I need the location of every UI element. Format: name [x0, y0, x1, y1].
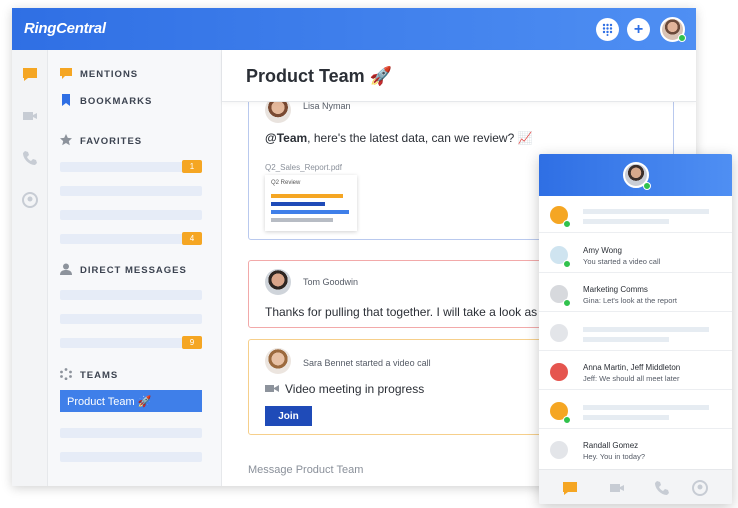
- favorite-item[interactable]: [60, 210, 202, 220]
- conversation-header: Product Team 🚀: [222, 50, 696, 102]
- placeholder-line: [583, 405, 709, 410]
- conversation-preview: Hey. You in today?: [583, 452, 645, 461]
- mobile-tab-bar: [539, 469, 732, 504]
- person-icon: [60, 263, 72, 275]
- section-favorites[interactable]: FAVORITES: [80, 136, 142, 147]
- direct-message-item[interactable]: [60, 314, 202, 324]
- sender-name: Tom Goodwin: [303, 277, 359, 287]
- placeholder-line: [583, 337, 669, 342]
- sidebar: MENTIONS BOOKMARKS FAVORITES 1 4 DIRECT …: [48, 50, 222, 486]
- favorite-item[interactable]: [60, 162, 202, 172]
- sender-name: Sara Bennet started a video call: [303, 358, 431, 368]
- mentions-icon: [60, 68, 72, 79]
- contacts-icon[interactable]: [692, 480, 708, 496]
- preview-bar: [271, 218, 333, 222]
- phone-icon[interactable]: [22, 150, 38, 166]
- mention-tag[interactable]: @Team: [265, 131, 307, 145]
- join-button[interactable]: Join: [265, 406, 312, 426]
- video-icon[interactable]: [22, 108, 38, 124]
- conversation-name: Anna Martin, Jeff Middleton: [583, 363, 681, 372]
- placeholder-line: [583, 327, 709, 332]
- preview-bar: [271, 210, 349, 214]
- mobile-list-item[interactable]: [539, 314, 732, 351]
- conversation-avatar: [550, 441, 568, 459]
- teams-icon: [60, 368, 72, 380]
- favorite-item[interactable]: [60, 234, 202, 244]
- call-status-text: Video meeting in progress: [285, 382, 425, 396]
- mobile-list-item[interactable]: Anna Martin, Jeff Middleton Jeff: We sho…: [539, 353, 732, 390]
- avatar[interactable]: [265, 269, 291, 295]
- unread-count-badge: 4: [182, 232, 202, 245]
- sidebar-item-product-team[interactable]: Product Team 🚀: [60, 390, 202, 412]
- mobile-list-item[interactable]: [539, 392, 732, 429]
- favorite-item[interactable]: [60, 186, 202, 196]
- preview-bar: [271, 194, 343, 198]
- unread-count-badge: 9: [182, 336, 202, 349]
- conversation-preview: You started a video call: [583, 257, 661, 266]
- mobile-presence-indicator: [643, 182, 651, 190]
- dialpad-button[interactable]: [596, 18, 619, 41]
- video-icon: [265, 385, 279, 392]
- video-icon[interactable]: [609, 480, 625, 496]
- mobile-list-item[interactable]: [539, 196, 732, 233]
- placeholder-line: [583, 219, 669, 224]
- top-bar: RingCentral +: [12, 8, 696, 50]
- placeholder-line: [583, 209, 709, 214]
- preview-bar: [271, 202, 325, 206]
- mobile-list-item[interactable]: Marketing Comms Gina: Let's look at the …: [539, 275, 732, 312]
- contacts-icon[interactable]: [22, 192, 38, 208]
- conversation-name: Marketing Comms: [583, 285, 648, 294]
- message-text: @Team, here's the latest data, can we re…: [265, 131, 533, 145]
- new-action-button[interactable]: +: [627, 18, 650, 41]
- conversation-preview: Gina: Let's look at the report: [583, 296, 677, 305]
- direct-message-item[interactable]: [60, 338, 202, 348]
- dialpad-icon: [602, 23, 613, 36]
- conversation-preview: Jeff: We should all meet later: [583, 374, 680, 383]
- team-item[interactable]: [60, 428, 202, 438]
- presence-indicator: [563, 260, 571, 268]
- mobile-header: [539, 154, 732, 196]
- sender-name: Lisa Nyman: [303, 101, 351, 111]
- mobile-list-item[interactable]: Randall Gomez Hey. You in today?: [539, 431, 732, 468]
- plus-icon: +: [633, 20, 644, 38]
- nav-rail: [12, 50, 48, 486]
- presence-indicator: [563, 416, 571, 424]
- sidebar-item-bookmarks[interactable]: BOOKMARKS: [80, 96, 152, 107]
- presence-indicator: [563, 220, 571, 228]
- presence-indicator: [563, 299, 571, 307]
- mobile-app: Amy Wong You started a video call Market…: [539, 154, 732, 504]
- attachment-name[interactable]: Q2_Sales_Report.pdf: [265, 163, 342, 172]
- unread-count-badge: 1: [182, 160, 202, 173]
- placeholder-line: [583, 415, 669, 420]
- avatar[interactable]: [265, 348, 291, 374]
- sidebar-item-mentions[interactable]: MENTIONS: [80, 69, 138, 80]
- attachment-preview[interactable]: Q2 Review: [265, 175, 357, 231]
- mobile-list-item[interactable]: Amy Wong You started a video call: [539, 236, 732, 273]
- direct-message-item[interactable]: [60, 290, 202, 300]
- star-icon: [60, 134, 72, 146]
- phone-icon[interactable]: [654, 480, 670, 496]
- section-teams[interactable]: TEAMS: [80, 370, 118, 381]
- message-icon[interactable]: [22, 66, 38, 82]
- team-item[interactable]: [60, 452, 202, 462]
- bookmark-icon: [62, 94, 70, 106]
- conversation-avatar: [550, 324, 568, 342]
- conversation-avatar: [550, 363, 568, 381]
- conversation-name: Amy Wong: [583, 246, 622, 255]
- message-icon[interactable]: [562, 480, 578, 496]
- ringcentral-logo: RingCentral: [24, 20, 106, 37]
- conversation-name: Randall Gomez: [583, 441, 639, 450]
- user-presence-indicator: [678, 34, 686, 42]
- page-title: Product Team 🚀: [246, 66, 393, 86]
- section-direct-messages[interactable]: DIRECT MESSAGES: [80, 265, 187, 276]
- message-input[interactable]: Message Product Team: [248, 464, 363, 476]
- message-text: Thanks for pulling that together. I will…: [265, 305, 554, 319]
- attachment-title: Q2 Review: [271, 180, 301, 186]
